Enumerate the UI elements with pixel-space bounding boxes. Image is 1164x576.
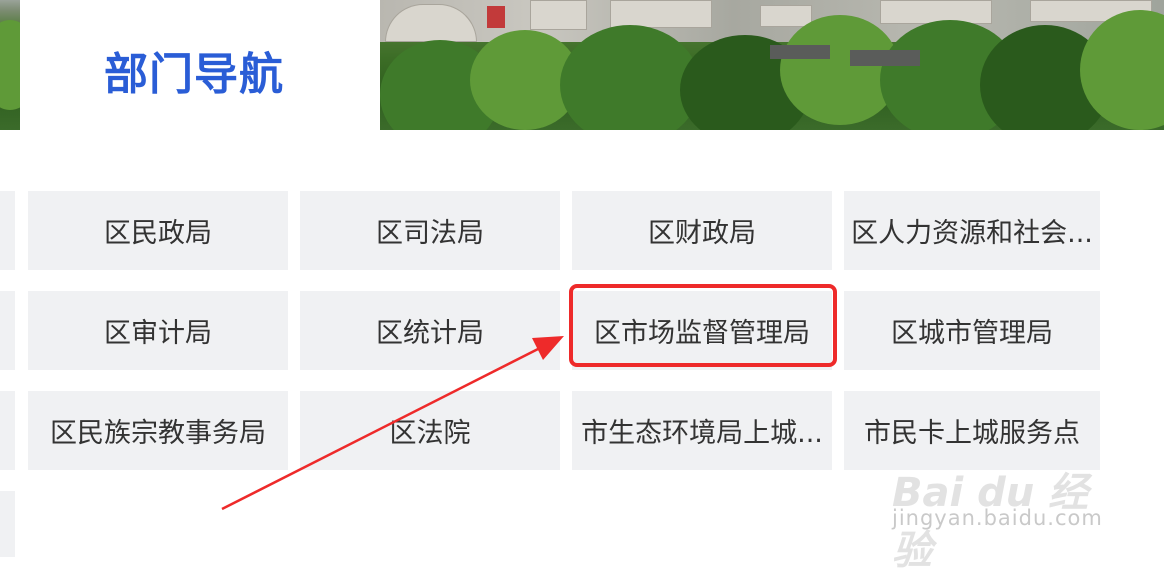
- baidu-jingyan-watermark: Bai du 经验 jingyan.baidu.com: [892, 470, 1103, 574]
